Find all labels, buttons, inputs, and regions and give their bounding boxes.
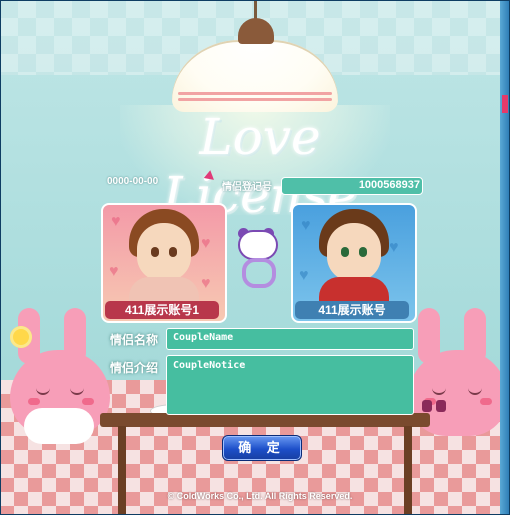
avatar-eye [169, 247, 177, 257]
lamp-stripe [178, 98, 332, 101]
bunny-left [0, 300, 120, 460]
side-strip [500, 0, 510, 515]
heart-icon: ♥ [109, 263, 119, 280]
avatar-face [137, 223, 191, 281]
couple-intro-value: CoupleNotice [173, 360, 246, 371]
couple-intro-label: 情侣介绍 [110, 361, 159, 375]
partner-name-left: 411展示账号1 [105, 301, 219, 319]
bunny-cheek [28, 398, 40, 405]
bunny-cheek [480, 398, 492, 405]
heart-icon: ♥ [111, 213, 121, 230]
heart-icon: ♥ [201, 235, 211, 252]
registration-label: 情侣登记号 [222, 182, 272, 193]
dining-table [100, 413, 430, 427]
side-strip-marker [502, 95, 508, 113]
license-date: 0000-00-00 [107, 176, 159, 187]
heart-icon: ♥ [389, 239, 399, 256]
registration-number-box: 1000568937 [281, 177, 423, 195]
table-leg [404, 426, 412, 515]
avatar-eye [151, 247, 159, 257]
panda-ring-icon [236, 228, 278, 288]
love-license-window: Love License 0000-00-00 情侣登记号 1000568937… [0, 0, 510, 515]
table-leg [118, 426, 126, 515]
heart-icon: ♥ [201, 275, 211, 292]
couple-intro-field[interactable]: CoupleNotice [166, 355, 414, 415]
bunny-cheek [82, 398, 94, 405]
partner-name-right: 411展示账号 [295, 301, 409, 319]
heart-icon: ♥ [299, 267, 309, 284]
heart-icon: ♥ [301, 217, 311, 234]
confirm-button[interactable]: 确 定 [222, 435, 302, 461]
flower-icon [10, 326, 32, 348]
avatar-face [327, 223, 381, 281]
panda-head [238, 230, 278, 260]
bunny-right [398, 300, 510, 460]
couple-name-value: CoupleName [173, 332, 234, 343]
copyright-notice: © ColdWorks Co., Ltd. All Rights Reserve… [167, 491, 353, 501]
couple-name-field[interactable]: CoupleName [166, 328, 414, 350]
couple-name-label: 情侣名称 [110, 333, 159, 347]
bunny-apron [24, 408, 94, 444]
avatar-eye [359, 247, 367, 257]
registration-number: 1000568937 [358, 179, 420, 191]
lamp-stripe [178, 92, 332, 95]
avatar-eye [341, 247, 349, 257]
bow-icon [422, 400, 446, 412]
ring-band [242, 258, 276, 288]
